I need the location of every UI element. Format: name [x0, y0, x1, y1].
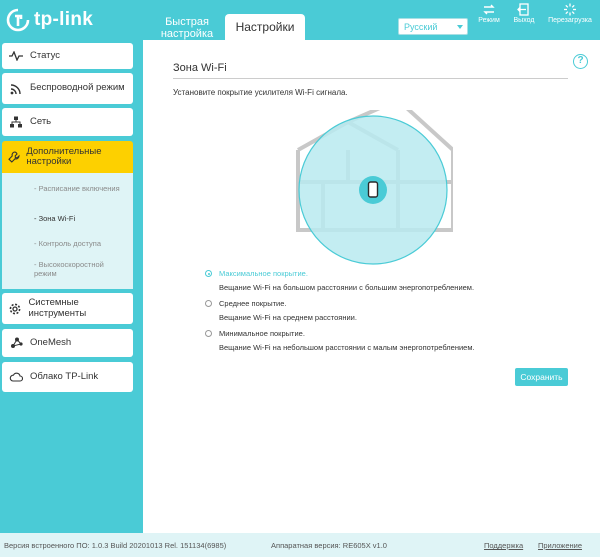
- sidebar-item-label: OneMesh: [30, 336, 72, 348]
- mode-label: Режим: [478, 17, 500, 24]
- mode-icon: [483, 4, 495, 15]
- top-header: tp-link Быстрая настройка Настройки Русс…: [0, 0, 600, 40]
- tab-settings[interactable]: Настройки: [225, 14, 305, 40]
- option-description: Вещание Wi-Fi на среднем расстоянии.: [219, 313, 357, 322]
- submenu-item-high-speed[interactable]: - Высокоскоростной режим: [34, 260, 124, 278]
- support-link[interactable]: Поддержка: [484, 541, 523, 550]
- chevron-down-icon: [457, 25, 463, 29]
- radio-min-coverage[interactable]: [205, 330, 212, 337]
- logout-button[interactable]: Выход: [512, 3, 536, 24]
- reboot-label: Перезагрузка: [548, 17, 592, 24]
- status-icon: [2, 51, 30, 61]
- sidebar: Статус Беспроводной режим Сеть Дополните…: [0, 40, 135, 533]
- submenu-item-access-control[interactable]: - Контроль доступа: [34, 239, 101, 248]
- save-button[interactable]: Сохранить: [515, 368, 568, 386]
- sidebar-item-wireless[interactable]: Беспроводной режим: [2, 73, 133, 104]
- help-icon[interactable]: ?: [573, 54, 588, 69]
- submenu-item-schedule[interactable]: - Расписание включения: [34, 184, 120, 193]
- reboot-button[interactable]: Перезагрузка: [545, 3, 595, 24]
- radio-medium-coverage[interactable]: [205, 300, 212, 307]
- tab-quick-setup[interactable]: Быстрая настройка: [152, 14, 222, 40]
- page-description: Установите покрытие усилителя Wi-Fi сигн…: [173, 88, 348, 97]
- extender-icon: [367, 181, 379, 198]
- option-description: Вещание Wi-Fi на большом расстоянии с бо…: [219, 283, 475, 292]
- radio-max-coverage[interactable]: [205, 270, 212, 277]
- title-divider: [173, 78, 568, 79]
- sidebar-item-cloud[interactable]: Облако TP-Link: [2, 362, 133, 392]
- sidebar-item-label: Сеть: [30, 115, 52, 127]
- advanced-submenu: - Расписание включения - Зона Wi-Fi - Ко…: [2, 173, 133, 289]
- sidebar-item-network[interactable]: Сеть: [2, 108, 133, 136]
- cloud-icon: [2, 372, 30, 382]
- sidebar-item-system-tools[interactable]: Системные инструменты: [2, 293, 133, 324]
- reboot-icon: [564, 3, 576, 16]
- firmware-version: Версия встроенного ПО: 1.0.3 Build 20201…: [4, 541, 227, 550]
- footer: Версия встроенного ПО: 1.0.3 Build 20201…: [0, 533, 600, 557]
- sidebar-item-label: Беспроводной режим: [30, 82, 125, 94]
- sidebar-item-advanced[interactable]: Дополнительные настройки: [2, 141, 133, 173]
- logo-text: tp-link: [34, 9, 94, 30]
- sidebar-item-label: Системные инструменты: [28, 297, 87, 319]
- language-select[interactable]: Русский: [398, 18, 468, 35]
- sidebar-item-label: Облако TP-Link: [30, 370, 99, 382]
- main-panel: ? Зона Wi-Fi Установите покрытие усилите…: [143, 40, 600, 533]
- page-title: Зона Wi-Fi: [173, 62, 227, 74]
- coverage-illustration: [296, 110, 453, 265]
- tp-link-logo-icon: [6, 8, 30, 32]
- option-label: Минимальное покрытие.: [219, 329, 305, 338]
- sidebar-item-onemesh[interactable]: OneMesh: [2, 329, 133, 357]
- tab-quick-setup-label: Быстрая настройка: [160, 16, 214, 40]
- network-icon: [2, 116, 30, 128]
- hardware-version: Аппаратная версия: RE605X v1.0: [271, 541, 387, 550]
- tp-link-logo: tp-link: [6, 8, 93, 32]
- option-label: Среднее покрытие.: [219, 299, 287, 308]
- option-description: Вещание Wi-Fi на небольшом расстоянии с …: [219, 343, 475, 352]
- onemesh-icon: [2, 337, 30, 349]
- option-label: Максимальное покрытие.: [219, 269, 308, 278]
- advanced-icon: [2, 151, 26, 163]
- app-link[interactable]: Приложение: [538, 541, 582, 550]
- mode-button[interactable]: Режим: [477, 3, 501, 24]
- sidebar-item-status[interactable]: Статус: [2, 43, 133, 69]
- submenu-item-wifi-coverage[interactable]: - Зона Wi-Fi: [34, 214, 75, 223]
- system-tools-icon: [2, 303, 28, 315]
- sidebar-item-label: Дополнительные настройки: [26, 145, 102, 167]
- sidebar-item-label: Статус: [30, 49, 61, 61]
- wireless-icon: [2, 83, 30, 95]
- language-value: Русский: [404, 22, 438, 32]
- tab-settings-label: Настройки: [235, 20, 295, 34]
- logout-label: Выход: [513, 17, 535, 24]
- logout-icon: [517, 3, 529, 16]
